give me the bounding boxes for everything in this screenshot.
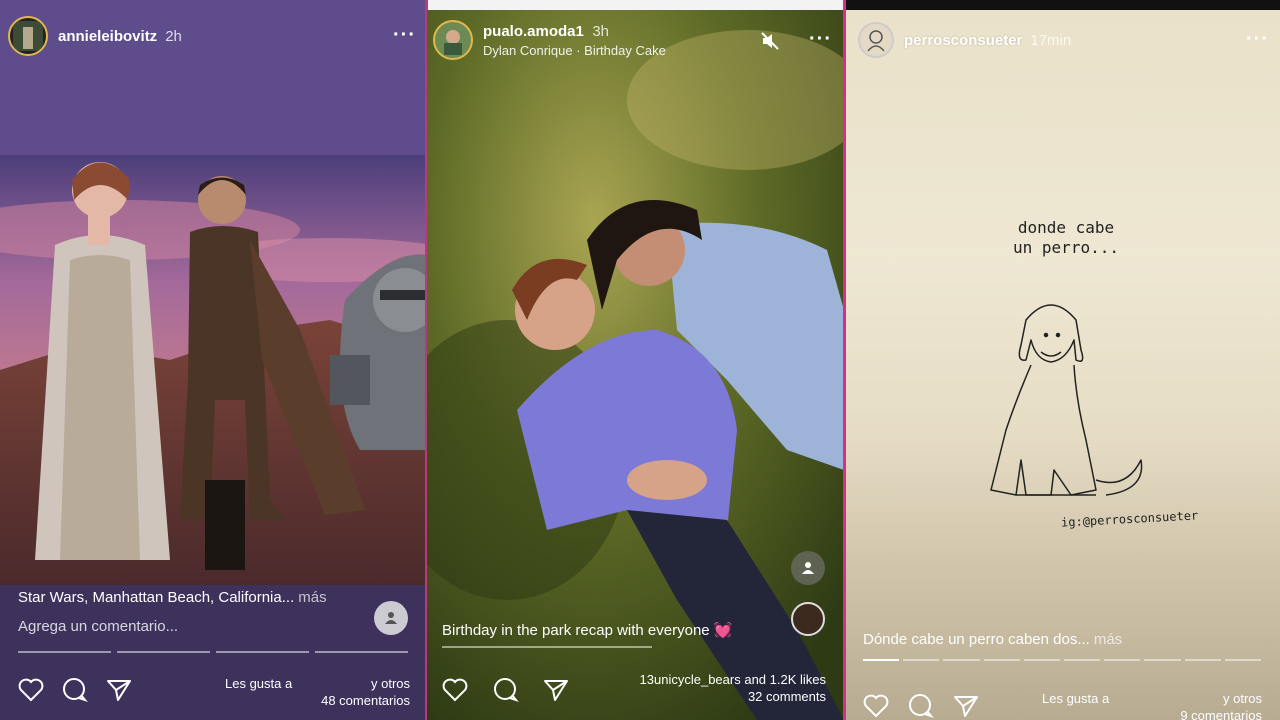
- more-dots-icon[interactable]: ···: [1246, 28, 1269, 51]
- comment-bubble-icon[interactable]: [908, 693, 934, 719]
- status-strip: [846, 0, 1280, 10]
- header-text: pualo.amoda1 3h Dylan Conrique · Birthda…: [483, 23, 666, 58]
- story-progress-bar: [863, 659, 1262, 661]
- likes-prefix: Les gusta a: [225, 676, 293, 691]
- caption-text: Birthday in the park recap with everyone: [442, 622, 710, 639]
- story-photo: [427, 10, 844, 720]
- username[interactable]: pualo.amoda1: [483, 23, 584, 40]
- mute-icon[interactable]: [760, 31, 780, 51]
- time-ago: 3h: [592, 22, 609, 40]
- likes-summary[interactable]: Les gusta a y otros 9 comentarios: [1042, 690, 1262, 720]
- story-panel-perrosconsueter[interactable]: perrosconsueter 17min ··· donde cabe un …: [846, 10, 1280, 720]
- send-icon[interactable]: [953, 694, 979, 718]
- comments-count[interactable]: 32 comments: [607, 688, 826, 705]
- avatar[interactable]: [858, 22, 894, 58]
- more-link[interactable]: más: [298, 589, 326, 606]
- send-icon[interactable]: [543, 678, 569, 702]
- avatar-image-icon: [867, 30, 885, 52]
- caption[interactable]: Dónde cabe un perro caben dos... más: [863, 631, 1122, 648]
- person-tag-icon[interactable]: [791, 551, 825, 585]
- avatar-image-icon: [444, 30, 462, 55]
- comments-count[interactable]: 48 comentarios: [225, 692, 410, 709]
- username[interactable]: perrosconsueter: [904, 32, 1022, 49]
- drawing-text-line2: un perro...: [1013, 238, 1119, 257]
- music-disc-icon[interactable]: [791, 602, 825, 636]
- story-panel-pualo-amoda1[interactable]: pualo.amoda1 3h Dylan Conrique · Birthda…: [427, 10, 844, 720]
- time-ago: 17min: [1030, 31, 1072, 49]
- caption-text: Dónde cabe un perro caben dos...: [863, 631, 1090, 648]
- caption[interactable]: Star Wars, Manhattan Beach, California..…: [18, 589, 327, 606]
- comment-bubble-icon[interactable]: [62, 677, 88, 703]
- likes-suffix: y otros: [370, 676, 410, 691]
- more-dots-icon[interactable]: ···: [809, 28, 832, 51]
- likes-prefix: Les gusta a: [1042, 691, 1110, 706]
- time-ago: 2h: [165, 27, 182, 45]
- story-header: perrosconsueter 17min: [858, 22, 1280, 58]
- story-progress-bar: [18, 651, 408, 653]
- likes-summary[interactable]: Les gusta a y otros 48 comentarios: [225, 675, 410, 709]
- likes-summary[interactable]: 13unicycle_bears and 1.2K likes 32 comme…: [607, 671, 826, 705]
- story-header: annieleibovitz 2h: [8, 16, 426, 56]
- username[interactable]: annieleibovitz: [58, 28, 157, 45]
- likes-count[interactable]: 13unicycle_bears and 1.2K likes: [607, 671, 826, 688]
- comment-bubble-icon[interactable]: [493, 677, 519, 703]
- more-dots-icon[interactable]: ···: [393, 24, 416, 47]
- comments-count[interactable]: 9 comentarios: [1042, 707, 1262, 720]
- dog-drawing: [990, 304, 1143, 496]
- status-strip-light: [427, 0, 844, 10]
- music-label[interactable]: Dylan Conrique · Birthday Cake: [483, 43, 666, 58]
- heart-icon[interactable]: [863, 694, 889, 718]
- person-tag-icon[interactable]: [374, 601, 408, 635]
- heart-icon[interactable]: [18, 678, 44, 702]
- avatar[interactable]: [8, 16, 48, 56]
- avatar-image-icon: [13, 21, 43, 51]
- heart-icon[interactable]: [442, 678, 468, 702]
- caption[interactable]: Birthday in the park recap with everyone…: [442, 621, 733, 639]
- send-icon[interactable]: [106, 678, 132, 702]
- likes-suffix: y otros: [1222, 691, 1262, 706]
- comment-input[interactable]: Agrega un comentario...: [18, 618, 178, 635]
- drawing-text-line1: donde cabe: [1017, 218, 1115, 237]
- story-progress-bar: [442, 646, 652, 648]
- story-photo: [0, 0, 426, 720]
- caption-text: Star Wars, Manhattan Beach, California..…: [18, 589, 295, 606]
- story-panel-annieleibovitz[interactable]: annieleibovitz 2h ··· Star Wars, Manhatt…: [0, 0, 426, 720]
- drawing-text: donde cabe un perro...: [986, 218, 1146, 258]
- more-link[interactable]: más: [1094, 631, 1122, 648]
- caption-emoji: 💓: [713, 622, 733, 639]
- story-header: pualo.amoda1 3h Dylan Conrique · Birthda…: [433, 20, 844, 60]
- avatar[interactable]: [433, 20, 473, 60]
